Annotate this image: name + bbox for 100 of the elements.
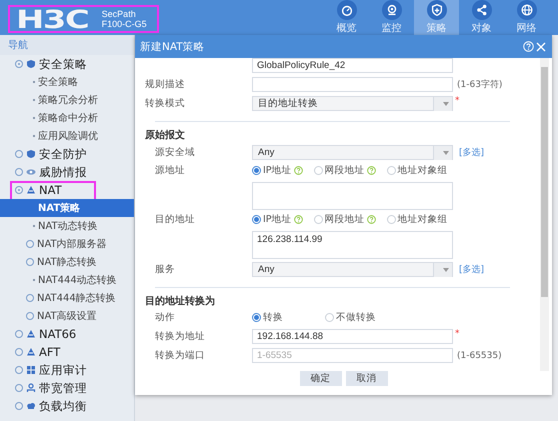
toggle-icon[interactable] bbox=[15, 60, 23, 68]
toggle-icon[interactable] bbox=[26, 240, 34, 248]
person-icon bbox=[26, 383, 36, 393]
nav-item[interactable]: NAT策略 bbox=[0, 199, 134, 217]
field-label: 转换为地址 bbox=[154, 330, 206, 343]
radio-option[interactable]: 不做转换 bbox=[325, 311, 376, 324]
toggle-icon[interactable] bbox=[15, 150, 23, 158]
radio-option[interactable]: 网段地址 bbox=[314, 213, 376, 226]
nav-item[interactable]: AFT bbox=[0, 343, 134, 361]
nav-item[interactable]: 应用审计 bbox=[0, 361, 134, 379]
nav-item[interactable]: NAT66 bbox=[0, 325, 134, 343]
toggle-icon[interactable] bbox=[15, 402, 23, 410]
scrollbar[interactable] bbox=[540, 58, 549, 371]
text-area[interactable] bbox=[252, 182, 453, 210]
input-field[interactable]: 1-65535 bbox=[252, 348, 453, 363]
nav-item[interactable]: NAT动态转换 bbox=[0, 217, 134, 235]
nav-item[interactable]: NAT bbox=[0, 181, 134, 199]
dropdown[interactable]: 目的地址转换 bbox=[252, 96, 453, 111]
gauge-icon bbox=[336, 0, 356, 20]
toggle-icon[interactable] bbox=[26, 258, 34, 266]
section-title: 目的地址转换为 bbox=[145, 296, 216, 308]
radio-option[interactable]: 地址对象组 bbox=[386, 164, 448, 177]
multi-select-link[interactable]: [多选] bbox=[459, 263, 484, 276]
help-icon[interactable] bbox=[366, 215, 376, 224]
field-label: 规则描述 bbox=[145, 78, 186, 91]
toggle-icon[interactable] bbox=[15, 366, 23, 374]
toggle-icon[interactable] bbox=[15, 330, 23, 338]
nav-item[interactable]: NAT444动态转换 bbox=[0, 271, 134, 289]
cloud-icon bbox=[26, 401, 36, 411]
nav-item[interactable]: 安全策略 bbox=[0, 55, 134, 73]
eye-icon bbox=[26, 167, 36, 177]
dropdown[interactable]: Any bbox=[252, 145, 453, 160]
section-title: 原始报文 bbox=[145, 130, 186, 142]
field-label: 源安全域 bbox=[154, 146, 196, 159]
field-label: 动作 bbox=[154, 311, 176, 324]
radio-button[interactable] bbox=[386, 215, 396, 224]
radio-button[interactable] bbox=[314, 166, 323, 175]
shield-icon bbox=[26, 149, 36, 159]
nav-item[interactable]: 带宽管理 bbox=[0, 379, 134, 397]
nav-item[interactable]: NAT内部服务器 bbox=[0, 235, 134, 253]
nav-item[interactable]: NAT静态转换 bbox=[0, 253, 134, 271]
nav-item[interactable]: 安全策略 bbox=[0, 73, 134, 91]
network-icon bbox=[26, 185, 36, 195]
nav-item[interactable]: 策略冗余分析 bbox=[0, 91, 134, 109]
nav-item[interactable]: NAT高级设置 bbox=[0, 307, 134, 325]
field-label: 转换模式 bbox=[145, 97, 186, 110]
required-mark: * bbox=[455, 329, 460, 339]
radio-button[interactable] bbox=[252, 215, 261, 224]
help-icon[interactable] bbox=[294, 215, 303, 224]
radio-button[interactable] bbox=[252, 313, 261, 322]
dropdown[interactable]: Any bbox=[252, 262, 453, 277]
shield-plus-icon bbox=[426, 0, 446, 20]
required-mark: * bbox=[455, 96, 460, 106]
text-area[interactable]: 126.238.114.99 bbox=[252, 231, 453, 259]
field-label: 服务 bbox=[154, 263, 176, 276]
help-icon[interactable] bbox=[294, 166, 303, 175]
dialog-button[interactable]: 确定 bbox=[300, 371, 342, 386]
input-field[interactable] bbox=[252, 77, 453, 92]
shield-icon bbox=[26, 59, 36, 69]
logo: H3C bbox=[16, 4, 88, 34]
nav-item[interactable]: 负载均衡 bbox=[0, 397, 134, 415]
radio-button[interactable] bbox=[386, 166, 396, 175]
toggle-icon[interactable] bbox=[15, 384, 23, 392]
field-label: 目的地址 bbox=[154, 213, 196, 226]
caret-icon bbox=[433, 96, 452, 110]
radio-button[interactable] bbox=[252, 166, 261, 175]
input-field[interactable]: 192.168.144.88 bbox=[252, 329, 453, 344]
dialog-title: 新建NAT策略 bbox=[140, 40, 205, 54]
grid-icon bbox=[26, 365, 36, 375]
sidebar-title: 导航 bbox=[0, 35, 134, 55]
field-label: 源地址 bbox=[154, 164, 186, 177]
field-label: 转换为端口 bbox=[154, 349, 206, 362]
nav-item[interactable]: 应用风险调优 bbox=[0, 127, 134, 145]
toggle-icon[interactable] bbox=[15, 348, 23, 356]
input-field[interactable]: GlobalPolicyRule_42 bbox=[252, 58, 453, 73]
radio-option[interactable]: 转换 bbox=[252, 311, 283, 324]
caret-icon bbox=[433, 262, 452, 276]
toggle-icon[interactable] bbox=[26, 294, 34, 302]
close-icon[interactable] bbox=[536, 42, 546, 52]
nav-item[interactable]: 威胁情报 bbox=[0, 163, 134, 181]
radio-button[interactable] bbox=[314, 215, 323, 224]
radio-option[interactable]: 地址对象组 bbox=[386, 213, 448, 226]
model-name: F100-C-G5 bbox=[102, 19, 147, 29]
nav-item[interactable]: 策略命中分析 bbox=[0, 109, 134, 127]
field-hint: (1-63字符) bbox=[457, 78, 502, 91]
help-icon[interactable] bbox=[366, 166, 376, 175]
nav-item[interactable]: NAT444静态转换 bbox=[0, 289, 134, 307]
radio-option[interactable]: IP地址 bbox=[252, 164, 303, 177]
toggle-icon[interactable] bbox=[15, 168, 23, 176]
radio-option[interactable]: 网段地址 bbox=[314, 164, 376, 177]
share-icon bbox=[472, 0, 492, 20]
field-hint: (1-65535) bbox=[457, 350, 502, 360]
multi-select-link[interactable]: [多选] bbox=[459, 146, 484, 159]
radio-button[interactable] bbox=[325, 313, 334, 322]
radio-option[interactable]: IP地址 bbox=[252, 213, 303, 226]
toggle-icon[interactable] bbox=[26, 312, 34, 320]
nav-item[interactable]: 安全防护 bbox=[0, 145, 134, 163]
webcam-icon bbox=[382, 0, 402, 20]
dialog-button[interactable]: 取消 bbox=[346, 371, 388, 386]
toggle-icon[interactable] bbox=[15, 186, 23, 194]
